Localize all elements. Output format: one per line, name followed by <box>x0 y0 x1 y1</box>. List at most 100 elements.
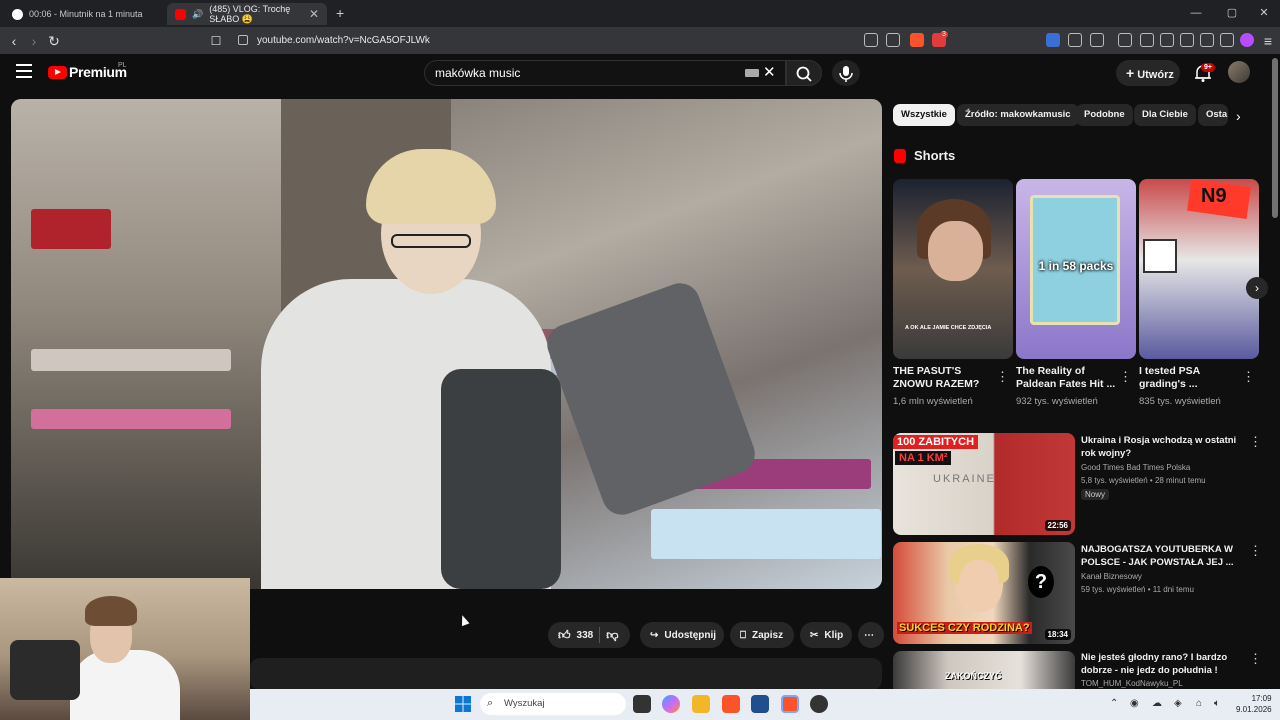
speaker-icon: 🔊 <box>192 8 204 19</box>
close-tab-button[interactable]: ✕ <box>309 7 319 21</box>
chip-for-you[interactable]: Dla Ciebie <box>1134 104 1196 126</box>
related-channel[interactable]: Good Times Bad Times Polska <box>1081 463 1190 472</box>
video-player[interactable] <box>11 99 882 589</box>
related-channel[interactable]: TOM_HUM_KodNawyku_PL <box>1081 679 1183 688</box>
youtube-logo-icon[interactable] <box>48 66 67 79</box>
tray-icon[interactable]: ◉ <box>1130 698 1139 709</box>
mouse-cursor <box>458 613 470 627</box>
leo-icon[interactable] <box>1200 33 1214 47</box>
chip-all[interactable]: Wszystkie <box>893 104 955 126</box>
webcam-person <box>70 650 180 720</box>
short-thumbnail[interactable]: N9 <box>1139 179 1259 359</box>
new-tab-button[interactable]: + <box>336 5 344 21</box>
tray-icon[interactable]: ☁ <box>1152 698 1162 709</box>
related-title[interactable]: NAJBOGATSZA YOUTUBERKA W POLSCE - JAK PO… <box>1081 543 1241 569</box>
taskbar-clock[interactable]: 17:09 9.01.2026 <box>1236 693 1272 715</box>
video-thumbnail[interactable]: ZAKOŃCZYĆ <box>893 651 1075 689</box>
short-menu-icon[interactable]: ⋮ <box>1119 370 1132 383</box>
vpn-icon[interactable] <box>1220 33 1234 47</box>
short-title[interactable]: I tested PSA grading's ... <box>1139 365 1243 391</box>
download-icon[interactable] <box>1118 33 1132 47</box>
save-button[interactable]: ⎕ Zapisz <box>730 622 794 648</box>
puzzle-icon[interactable] <box>1068 33 1082 47</box>
clear-search-icon[interactable]: ✕ <box>763 63 776 81</box>
start-button[interactable] <box>455 696 471 712</box>
related-title[interactable]: Ukraina i Rosja wchodzą w ostatni rok wo… <box>1081 434 1241 460</box>
chip-related[interactable]: Podobne <box>1076 104 1133 126</box>
close-window-button[interactable]: ✕ <box>1254 4 1274 22</box>
reload-button[interactable]: ↻ <box>44 31 64 51</box>
related-title[interactable]: Nie jesteś głodny rano? I bardzo dobrze … <box>1081 651 1241 677</box>
url-field[interactable]: youtube.com/watch?v=NcGA5OFJLWk <box>232 30 832 51</box>
video-thumbnail[interactable]: 100 ZABITYCH NA 1 KM² UKRAINE 22:56 <box>893 433 1075 535</box>
related-channel[interactable]: Kanał Biznesowy <box>1081 572 1142 581</box>
short-title[interactable]: THE PASUT'S ZNOWU RAZEM? <box>893 365 997 391</box>
search-input[interactable]: makówka music <box>424 60 786 86</box>
back-button[interactable]: ‹ <box>4 31 24 51</box>
forward-button[interactable]: › <box>24 31 44 51</box>
short-menu-icon[interactable]: ⋮ <box>996 370 1009 383</box>
brave-icon[interactable] <box>722 695 740 713</box>
short-menu-icon[interactable]: ⋮ <box>1242 370 1255 383</box>
extension-badge: 3 <box>940 31 948 38</box>
shorts-next-button[interactable]: › <box>1246 277 1268 299</box>
divider <box>599 627 601 643</box>
short-thumbnail[interactable]: 1 in 58 packs <box>1016 179 1136 359</box>
tray-icon[interactable]: ◈ <box>1174 698 1182 709</box>
extension-icon[interactable] <box>1046 33 1060 47</box>
related-menu-icon[interactable]: ⋮ <box>1249 652 1262 665</box>
maximize-button[interactable]: ▢ <box>1222 4 1242 22</box>
app-icon[interactable] <box>810 695 828 713</box>
chips-next-icon[interactable]: › <box>1236 108 1241 124</box>
profile-icon[interactable] <box>1240 33 1254 47</box>
description-box[interactable] <box>250 658 882 690</box>
chip-source[interactable]: Źródło: makowkamusic <box>957 104 1079 126</box>
panel-icon[interactable] <box>1160 33 1174 47</box>
hamburger-menu-icon[interactable] <box>16 64 32 78</box>
short-title[interactable]: The Reality of Paldean Fates Hit ... <box>1016 365 1120 391</box>
chevron-up-icon[interactable]: ⌃ <box>1110 698 1118 709</box>
like-count: 338 <box>576 629 594 641</box>
dislike-button[interactable]: 👎︎ <box>606 628 618 643</box>
sidebar-icon[interactable] <box>1090 33 1104 47</box>
shorts-heading: Shorts <box>914 148 956 163</box>
related-menu-icon[interactable]: ⋮ <box>1249 435 1262 448</box>
brave-shield-icon[interactable] <box>910 33 924 47</box>
browser-tab-timer[interactable]: 00:06 - Minutnik na 1 minuta <box>4 3 164 25</box>
related-menu-icon[interactable]: ⋮ <box>1249 544 1262 557</box>
video-thumbnail[interactable]: ? SUKCES CZY RODZINA? 18:34 <box>893 542 1075 644</box>
thumb-face <box>959 560 999 610</box>
short-thumbnail[interactable]: A OK ALE JAMIE CHCE ZDJĘCIA <box>893 179 1013 359</box>
share-button[interactable]: ↪ Udostępnij <box>640 622 724 648</box>
taskbar-search-input[interactable]: Wyszukaj <box>480 693 626 715</box>
store-icon[interactable] <box>751 695 769 713</box>
music-icon[interactable] <box>1140 33 1154 47</box>
like-button[interactable]: 👍︎ 338 <box>558 628 593 643</box>
page-scrollbar[interactable] <box>1272 58 1278 218</box>
more-actions-button[interactable]: ⋯ <box>858 622 884 648</box>
search-button[interactable] <box>786 60 822 86</box>
voice-search-button[interactable] <box>832 60 860 86</box>
file-explorer-icon[interactable] <box>692 695 710 713</box>
wallet-icon[interactable] <box>1180 33 1194 47</box>
menu-icon[interactable]: ≡ <box>1258 31 1278 51</box>
chip-recent[interactable]: Osta <box>1198 104 1228 126</box>
brave-active-icon[interactable] <box>781 695 799 713</box>
volume-icon[interactable]: 🔈︎ <box>1214 698 1220 709</box>
wifi-icon[interactable]: ⌂ <box>1196 698 1202 709</box>
cast-icon[interactable] <box>864 33 878 47</box>
copilot-icon[interactable] <box>662 695 680 713</box>
share-icon[interactable] <box>886 33 900 47</box>
browser-tab-youtube[interactable]: 🔊 (485) VLOG: Trochę SŁABO 😩 ✕ <box>167 3 327 25</box>
create-button[interactable]: + Utwórz <box>1116 60 1180 86</box>
avatar[interactable] <box>1228 61 1250 83</box>
keyboard-icon[interactable] <box>745 69 759 77</box>
site-info-icon[interactable] <box>238 35 248 45</box>
minimize-button[interactable]: — <box>1186 4 1206 22</box>
thumb-text: UKRAINE <box>933 473 996 485</box>
clip-button[interactable]: ✂ Klip <box>800 622 852 648</box>
task-view-icon[interactable] <box>633 695 651 713</box>
related-meta: 59 tys. wyświetleń • 11 dni temu <box>1081 585 1194 594</box>
clock-icon <box>12 8 23 20</box>
bookmark-icon[interactable]: ☐ <box>206 31 226 51</box>
